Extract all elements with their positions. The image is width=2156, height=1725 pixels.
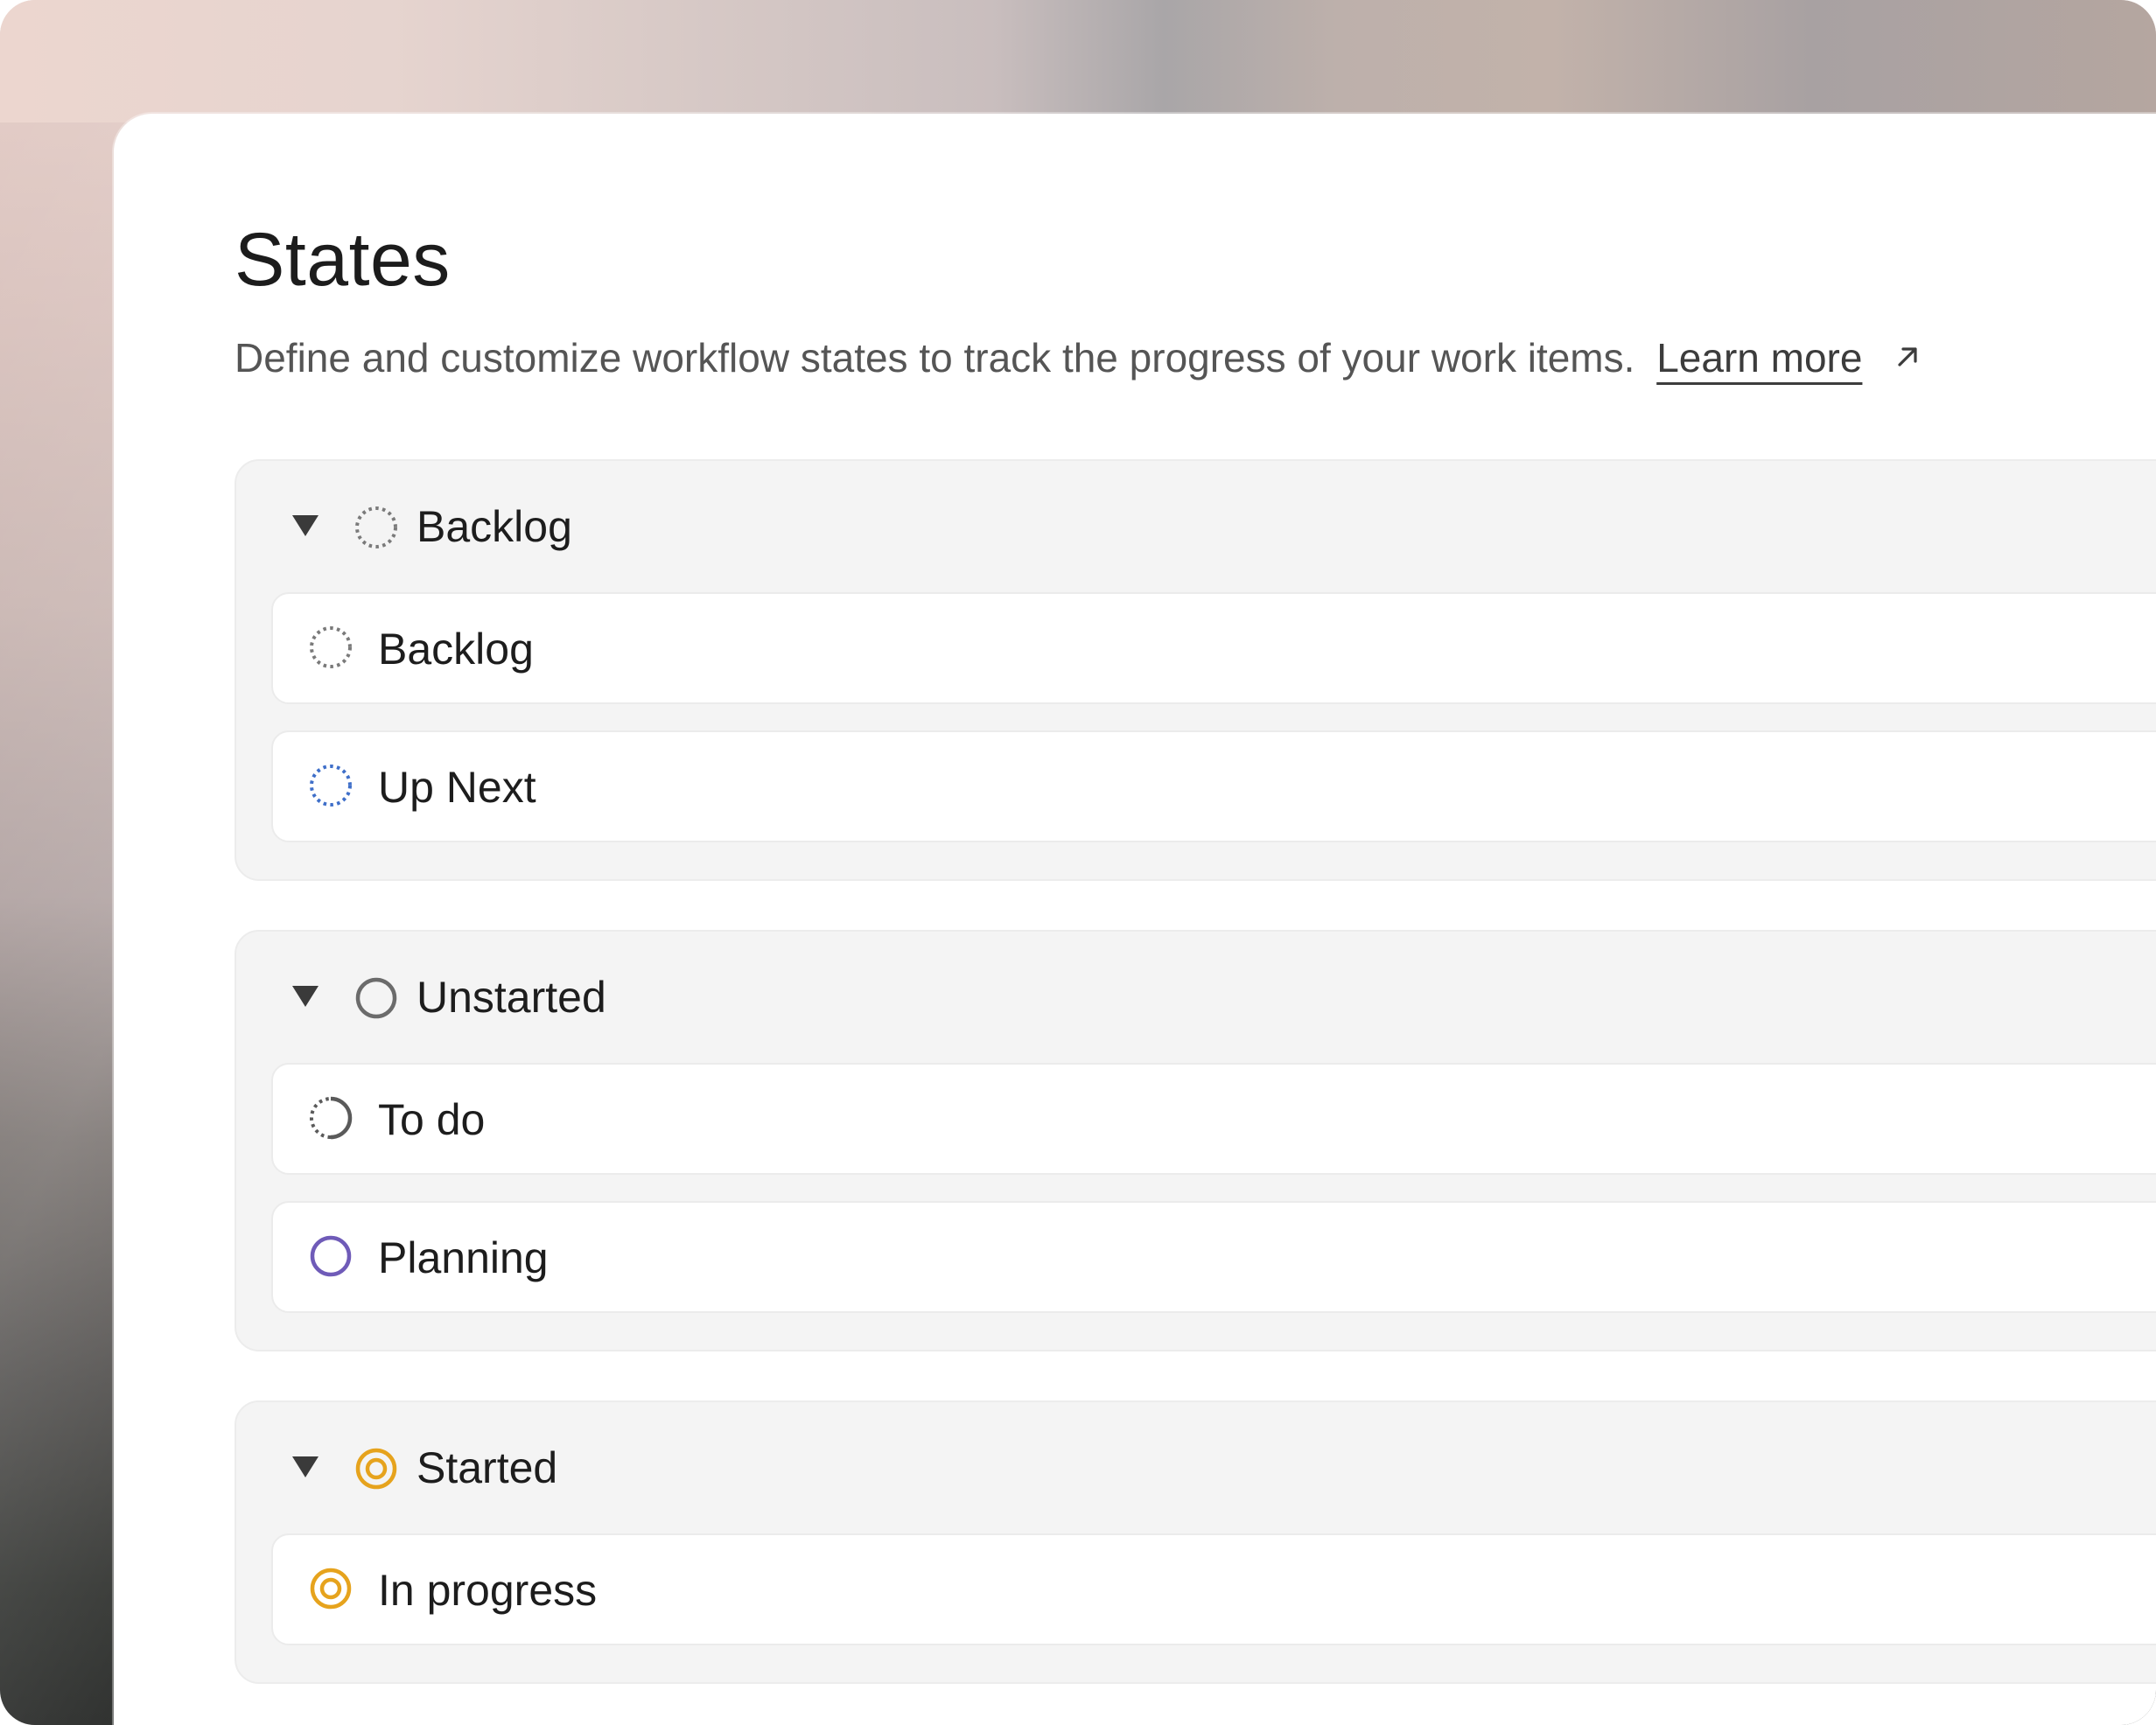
caret-down-icon[interactable] [292, 1456, 318, 1477]
unstarted-circle-icon [310, 1235, 352, 1277]
learn-more-link[interactable]: Learn more [1656, 335, 1862, 381]
group-header-started[interactable]: Started [236, 1402, 2156, 1533]
background-blur [0, 0, 2156, 122]
started-target-circle-icon [355, 1448, 397, 1490]
group-header-backlog[interactable]: Backlog [236, 461, 2156, 592]
state-row-planning[interactable]: Planning [271, 1201, 2156, 1313]
backlog-dashed-circle-icon [355, 506, 397, 548]
unstarted-circle-icon [355, 977, 397, 1019]
state-label: To do [378, 1095, 486, 1144]
state-group-unstarted: Unstarted To do Planning [234, 930, 2156, 1351]
group-header-unstarted[interactable]: Unstarted [236, 932, 2156, 1063]
group-label: Unstarted [416, 973, 606, 1022]
state-row-up-next[interactable]: Up Next [271, 730, 2156, 842]
state-label: Up Next [378, 763, 536, 812]
group-label: Started [416, 1443, 558, 1492]
external-link-arrow-icon[interactable] [1893, 342, 1922, 372]
group-label: Backlog [416, 502, 572, 551]
caret-down-icon[interactable] [292, 515, 318, 536]
app-frame: States Define and customize workflow sta… [0, 0, 2156, 1725]
state-label: In progress [378, 1566, 598, 1615]
state-group-backlog: Backlog Backlog Up Next [234, 459, 2156, 881]
backlog-dashed-circle-icon [310, 765, 352, 807]
settings-panel: States Define and customize workflow sta… [114, 114, 2156, 1725]
state-row-backlog[interactable]: Backlog [271, 592, 2156, 704]
state-row-to-do[interactable]: To do [271, 1063, 2156, 1175]
started-target-circle-icon [310, 1568, 352, 1610]
todo-half-dashed-circle-icon [310, 1096, 353, 1140]
page-description: Define and customize workflow states to … [234, 334, 1922, 381]
state-group-started: Started In progress [234, 1400, 2156, 1684]
state-label: Backlog [378, 625, 534, 674]
backlog-dashed-circle-icon [310, 626, 352, 668]
state-label: Planning [378, 1233, 549, 1282]
caret-down-icon[interactable] [292, 986, 318, 1007]
state-row-in-progress[interactable]: In progress [271, 1533, 2156, 1645]
page-title: States [234, 218, 451, 302]
description-text: Define and customize workflow states to … [234, 335, 1635, 381]
